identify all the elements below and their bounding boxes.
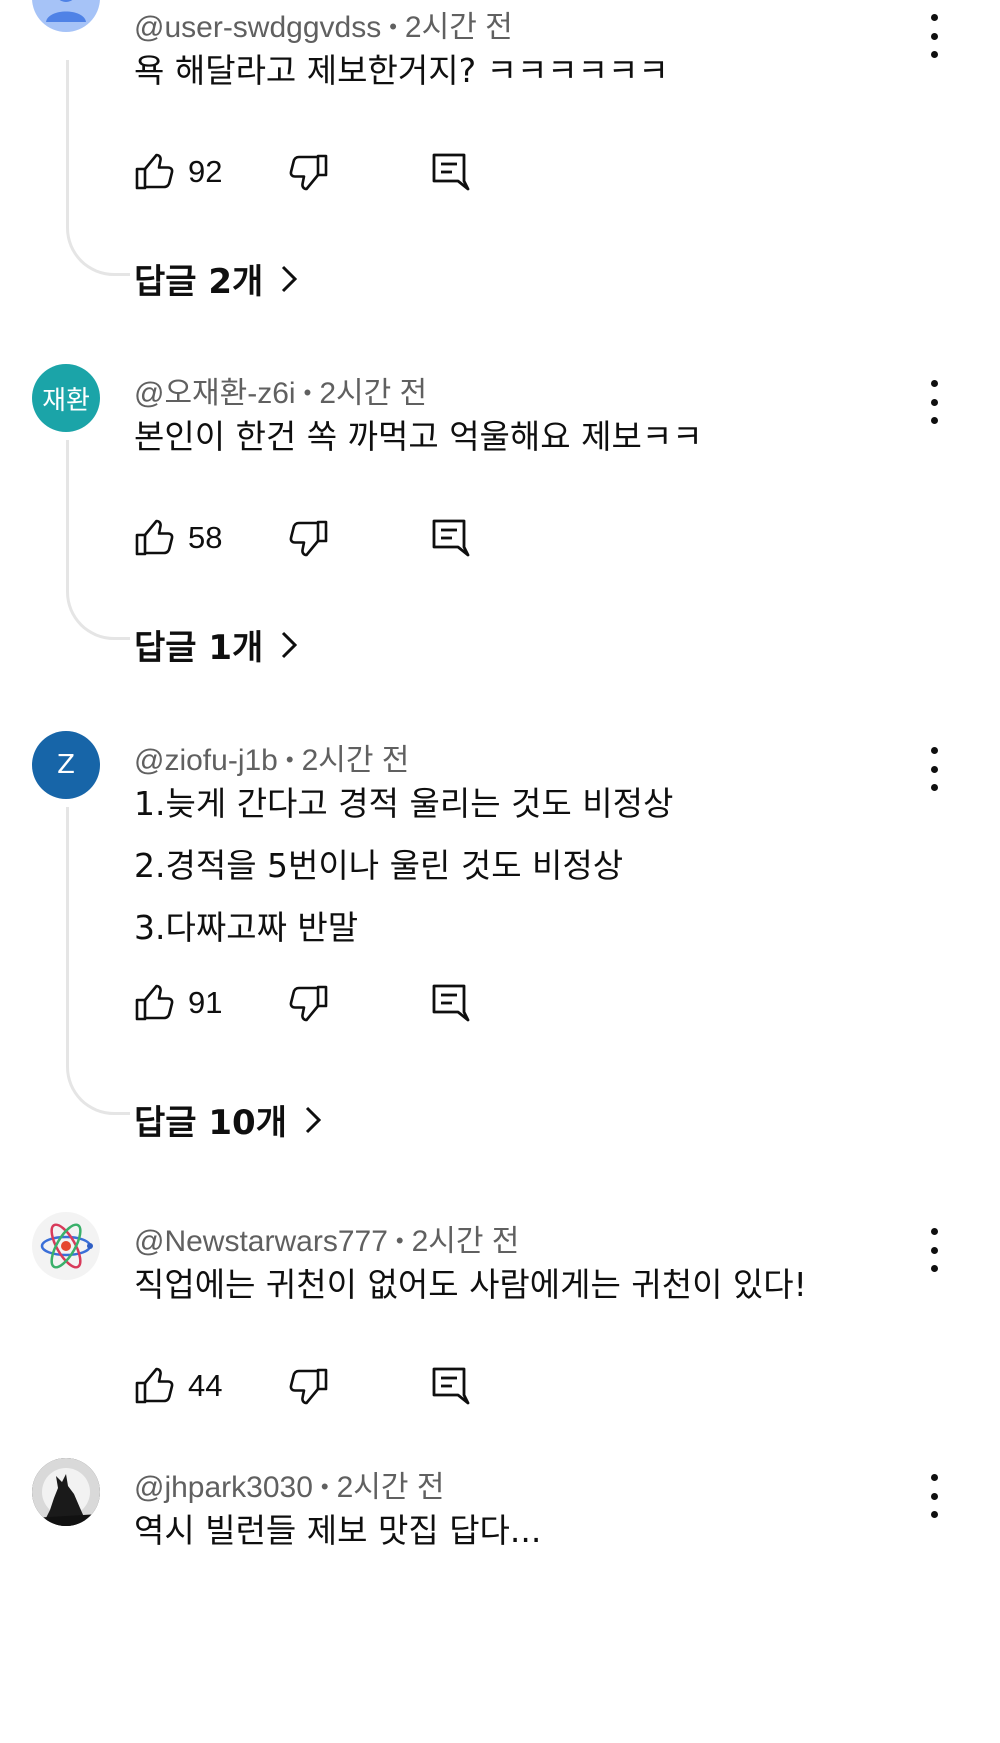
reply-button[interactable] [430, 514, 470, 562]
dislike-button[interactable] [289, 148, 329, 196]
comment-text: 본인이 한건 쏙 까먹고 억울해요 제보ㅋㅋ [134, 406, 703, 468]
thread-connector [66, 807, 130, 1115]
comment-line: 직업에는 귀천이 없어도 사람에게는 귀천이 있다! [134, 1265, 807, 1304]
dot-icon [930, 1228, 938, 1235]
comment-actions: 58 [134, 514, 534, 562]
person-icon [46, 0, 86, 22]
avatar[interactable] [32, 0, 100, 32]
reply-button[interactable] [430, 979, 470, 1027]
chevron-right-icon [282, 631, 298, 658]
avatar[interactable]: Z [32, 731, 100, 799]
avatar-initials: Z [57, 750, 75, 780]
like-button[interactable]: 44 [134, 1362, 222, 1410]
reply-button[interactable] [430, 148, 470, 196]
comment-line: 역시 빌런들 제보 맛집 답다... [134, 1511, 542, 1550]
more-options-button[interactable] [916, 1474, 952, 1518]
like-button[interactable]: 92 [134, 148, 222, 196]
comment-text: 역시 빌런들 제보 맛집 답다... [134, 1500, 541, 1562]
separator-dot: • [285, 747, 294, 772]
dot-icon [930, 1265, 938, 1272]
comment-reply-icon [432, 519, 470, 557]
dot-icon [930, 398, 938, 406]
separator-dot: • [320, 1474, 329, 1499]
dislike-button[interactable] [289, 1362, 329, 1410]
thumbs-down-icon [289, 985, 328, 1022]
comment-line: 3.다짜고짜 반말 [134, 908, 359, 947]
dot-icon [930, 51, 938, 58]
thumbs-down-icon [289, 1368, 328, 1405]
comment-line: 본인이 한건 쏙 까먹고 억울해요 제보ㅋㅋ [134, 417, 703, 456]
dot-icon [930, 1492, 938, 1500]
dot-icon [930, 747, 938, 754]
view-replies-button[interactable]: 답글 2개 [134, 254, 298, 303]
comment-reply-icon [432, 1367, 470, 1405]
comment-actions: 44 [134, 1362, 534, 1410]
thread-connector [66, 60, 130, 276]
dislike-button[interactable] [289, 514, 329, 562]
avatar-initials: 재환 [42, 385, 90, 416]
dot-icon [930, 1474, 938, 1481]
dot-icon [930, 765, 938, 773]
view-replies-button[interactable]: 답글 10개 [134, 1095, 321, 1144]
like-count: 91 [188, 985, 223, 1020]
like-button[interactable]: 91 [134, 979, 222, 1027]
wolf-icon [32, 1458, 100, 1526]
reply-button[interactable] [430, 1362, 470, 1410]
like-count: 58 [188, 520, 223, 555]
more-options-button[interactable] [916, 747, 952, 791]
dot-icon [930, 14, 938, 21]
chevron-right-icon [305, 1106, 321, 1133]
thumbs-up-icon [135, 1367, 174, 1404]
comment-text: 직업에는 귀천이 없어도 사람에게는 귀천이 있다! [134, 1254, 807, 1316]
replies-count: 답글 1개 [134, 628, 264, 668]
dot-icon [930, 380, 938, 387]
atom-icon [40, 1223, 93, 1269]
separator-dot: • [303, 380, 312, 405]
thread-connector [66, 440, 130, 640]
separator-dot: • [389, 14, 397, 39]
more-options-button[interactable] [916, 380, 952, 424]
thumbs-down-icon [289, 520, 328, 557]
thumbs-down-icon [289, 154, 328, 191]
dislike-button[interactable] [289, 979, 329, 1027]
comment-line: 욕 해달라고 제보한거지? ㅋㅋㅋㅋㅋㅋ [134, 51, 669, 90]
thumbs-up-icon [135, 153, 174, 190]
dot-icon [930, 417, 938, 424]
chevron-right-icon [282, 265, 298, 292]
separator-dot: • [395, 1228, 404, 1253]
avatar[interactable] [32, 1212, 100, 1280]
dot-icon [930, 784, 938, 791]
like-button[interactable]: 58 [134, 514, 222, 562]
replies-count: 답글 2개 [134, 262, 264, 302]
comment-text: 욕 해달라고 제보한거지? ㅋㅋㅋㅋㅋㅋ [134, 40, 669, 102]
more-options-button[interactable] [916, 1228, 952, 1272]
comment-reply-icon [432, 984, 470, 1022]
comment-text: 1.늦게 간다고 경적 울리는 것도 비정상 2.경적을 5번이나 울린 것도 … [134, 773, 673, 959]
comment-reply-icon [432, 153, 470, 191]
comment-actions: 91 [134, 979, 534, 1027]
avatar[interactable]: 재환 [32, 364, 100, 432]
like-count: 44 [188, 1368, 223, 1403]
comment-actions: 92 [134, 148, 534, 196]
dot-icon [930, 1511, 938, 1518]
thumbs-up-icon [135, 984, 174, 1021]
more-options-button[interactable] [916, 14, 952, 58]
thumbs-up-icon [135, 519, 174, 556]
avatar[interactable] [32, 1458, 100, 1526]
dot-icon [930, 1246, 938, 1254]
dot-icon [930, 32, 938, 40]
replies-count: 답글 10개 [134, 1103, 287, 1143]
like-count: 92 [188, 154, 223, 189]
view-replies-button[interactable]: 답글 1개 [134, 620, 298, 669]
comment-line: 1.늦게 간다고 경적 울리는 것도 비정상 [134, 784, 674, 823]
comment-line: 2.경적을 5번이나 울린 것도 비정상 [134, 846, 624, 885]
